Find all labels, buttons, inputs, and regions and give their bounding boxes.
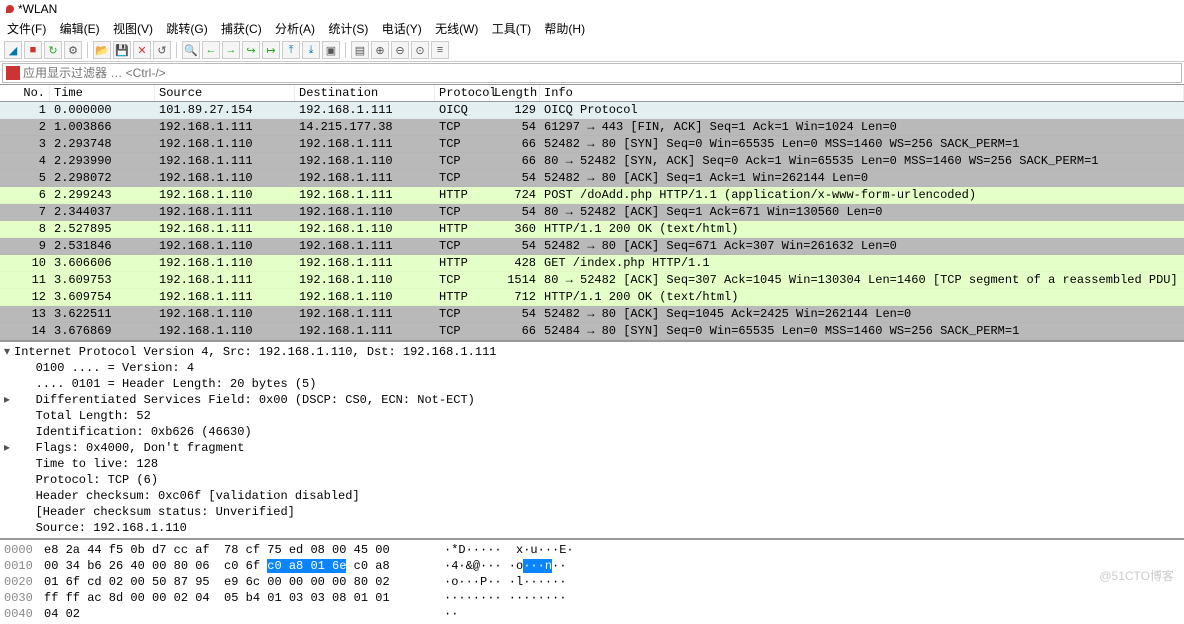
menu-view[interactable]: 视图(V) bbox=[108, 20, 158, 38]
zoom-out-icon[interactable]: ⊖ bbox=[391, 41, 409, 59]
menu-help[interactable]: 帮助(H) bbox=[539, 20, 590, 38]
detail-line[interactable]: Total Length: 52 bbox=[4, 408, 1180, 424]
find-icon[interactable]: 🔍 bbox=[182, 41, 200, 59]
last-icon[interactable]: ⤓ bbox=[302, 41, 320, 59]
menu-stats[interactable]: 统计(S) bbox=[323, 20, 373, 38]
packet-bytes-pane[interactable]: 0000e8 2a 44 f5 0b d7 cc af 78 cf 75 ed … bbox=[0, 538, 1184, 624]
prev-icon[interactable]: ← bbox=[202, 41, 220, 59]
menu-edit[interactable]: 编辑(E) bbox=[55, 20, 105, 38]
options-icon[interactable]: ⚙ bbox=[64, 41, 82, 59]
menu-bar: 文件(F) 编辑(E) 视图(V) 跳转(G) 捕获(C) 分析(A) 统计(S… bbox=[0, 18, 1184, 39]
packet-row[interactable]: 92.531846192.168.1.110192.168.1.111TCP54… bbox=[0, 238, 1184, 255]
packet-row[interactable]: 52.298072192.168.1.110192.168.1.111TCP54… bbox=[0, 170, 1184, 187]
packet-row[interactable]: 113.609753192.168.1.111192.168.1.110TCP1… bbox=[0, 272, 1184, 289]
col-time[interactable]: Time bbox=[50, 85, 155, 101]
packet-row[interactable]: 62.299243192.168.1.110192.168.1.111HTTP7… bbox=[0, 187, 1184, 204]
detail-line[interactable]: ▾Internet Protocol Version 4, Src: 192.1… bbox=[4, 344, 1180, 360]
col-info[interactable]: Info bbox=[540, 85, 1184, 101]
col-destination[interactable]: Destination bbox=[295, 85, 435, 101]
menu-file[interactable]: 文件(F) bbox=[2, 20, 51, 38]
selected-bytes: c0 a8 01 6e bbox=[267, 559, 346, 573]
menu-go[interactable]: 跳转(G) bbox=[161, 20, 212, 38]
display-filter-input[interactable] bbox=[22, 65, 1180, 81]
close-icon[interactable]: ✕ bbox=[133, 41, 151, 59]
packet-row[interactable]: 21.003866192.168.1.11114.215.177.38TCP54… bbox=[0, 119, 1184, 136]
hex-ascii: ·*D····· x·u···E· bbox=[444, 542, 574, 558]
restart-capture-icon[interactable]: ↻ bbox=[44, 41, 62, 59]
hex-bytes: e8 2a 44 f5 0b d7 cc af 78 cf 75 ed 08 0… bbox=[44, 542, 444, 558]
packet-row[interactable]: 103.606606192.168.1.110192.168.1.111HTTP… bbox=[0, 255, 1184, 272]
zoom-reset-icon[interactable]: ⊙ bbox=[411, 41, 429, 59]
detail-line[interactable]: Protocol: TCP (6) bbox=[4, 472, 1180, 488]
col-source[interactable]: Source bbox=[155, 85, 295, 101]
toolbar: ◢ ■ ↻ ⚙ 📂 💾 ✕ ↺ 🔍 ← → ↪ ↦ ⤒ ⤓ ▣ ▤ ⊕ ⊖ ⊙ … bbox=[0, 39, 1184, 62]
menu-capture[interactable]: 捕获(C) bbox=[216, 20, 267, 38]
col-no[interactable]: No. bbox=[0, 85, 50, 101]
packet-row[interactable]: 143.676869192.168.1.110192.168.1.111TCP6… bbox=[0, 323, 1184, 340]
open-icon[interactable]: 📂 bbox=[93, 41, 111, 59]
zoom-in-icon[interactable]: ⊕ bbox=[371, 41, 389, 59]
packet-row[interactable]: 72.344037192.168.1.111192.168.1.110TCP54… bbox=[0, 204, 1184, 221]
packet-details-pane[interactable]: ▾Internet Protocol Version 4, Src: 192.1… bbox=[0, 340, 1184, 538]
packet-row[interactable]: 32.293748192.168.1.110192.168.1.111TCP66… bbox=[0, 136, 1184, 153]
detail-line[interactable]: Identification: 0xb626 (46630) bbox=[4, 424, 1180, 440]
detail-line[interactable]: [Header checksum status: Unverified] bbox=[4, 504, 1180, 520]
menu-analyze[interactable]: 分析(A) bbox=[270, 20, 320, 38]
detail-line[interactable]: Time to live: 128 bbox=[4, 456, 1180, 472]
detail-line[interactable]: Source: 192.168.1.110 bbox=[4, 520, 1180, 536]
next-icon[interactable]: → bbox=[222, 41, 240, 59]
detail-line[interactable]: Header checksum: 0xc06f [validation disa… bbox=[4, 488, 1180, 504]
menu-telephony[interactable]: 电话(Y) bbox=[377, 20, 427, 38]
col-length[interactable]: Length bbox=[490, 85, 540, 101]
hex-offset: 0000 bbox=[4, 542, 44, 558]
app-icon bbox=[6, 5, 14, 13]
packet-row[interactable]: 123.609754192.168.1.111192.168.1.110HTTP… bbox=[0, 289, 1184, 306]
packet-list-pane: No. Time Source Destination Protocol Len… bbox=[0, 84, 1184, 340]
resize-cols-icon[interactable]: ≡ bbox=[431, 41, 449, 59]
autoscroll-icon[interactable]: ▣ bbox=[322, 41, 340, 59]
packet-row[interactable]: 133.622511192.168.1.110192.168.1.111TCP5… bbox=[0, 306, 1184, 323]
window-title: *WLAN bbox=[18, 2, 57, 16]
goto-icon[interactable]: ↦ bbox=[262, 41, 280, 59]
detail-line[interactable]: .... 0101 = Header Length: 20 bytes (5) bbox=[4, 376, 1180, 392]
detail-line[interactable]: 0100 .... = Version: 4 bbox=[4, 360, 1180, 376]
packet-list-header: No. Time Source Destination Protocol Len… bbox=[0, 84, 1184, 102]
first-icon[interactable]: ⤒ bbox=[282, 41, 300, 59]
start-capture-icon[interactable]: ◢ bbox=[4, 41, 22, 59]
packet-row[interactable]: 42.293990192.168.1.111192.168.1.110TCP66… bbox=[0, 153, 1184, 170]
stop-capture-icon[interactable]: ■ bbox=[24, 41, 42, 59]
col-protocol[interactable]: Protocol bbox=[435, 85, 490, 101]
detail-line[interactable]: ▸ Differentiated Services Field: 0x00 (D… bbox=[4, 392, 1180, 408]
jump-icon[interactable]: ↪ bbox=[242, 41, 260, 59]
packet-row[interactable]: 82.527895192.168.1.111192.168.1.110HTTP3… bbox=[0, 221, 1184, 238]
bookmark-icon[interactable] bbox=[6, 66, 20, 80]
menu-tools[interactable]: 工具(T) bbox=[487, 20, 536, 38]
save-icon[interactable]: 💾 bbox=[113, 41, 131, 59]
reload-icon[interactable]: ↺ bbox=[153, 41, 171, 59]
menu-wireless[interactable]: 无线(W) bbox=[430, 20, 483, 38]
packet-row[interactable]: 10.000000101.89.27.154192.168.1.111OICQ1… bbox=[0, 102, 1184, 119]
title-bar: *WLAN bbox=[0, 0, 1184, 18]
watermark: @51CTO博客 bbox=[1099, 567, 1174, 584]
colorize-icon[interactable]: ▤ bbox=[351, 41, 369, 59]
filter-bar bbox=[2, 63, 1182, 83]
detail-line[interactable]: ▸ Flags: 0x4000, Don't fragment bbox=[4, 440, 1180, 456]
